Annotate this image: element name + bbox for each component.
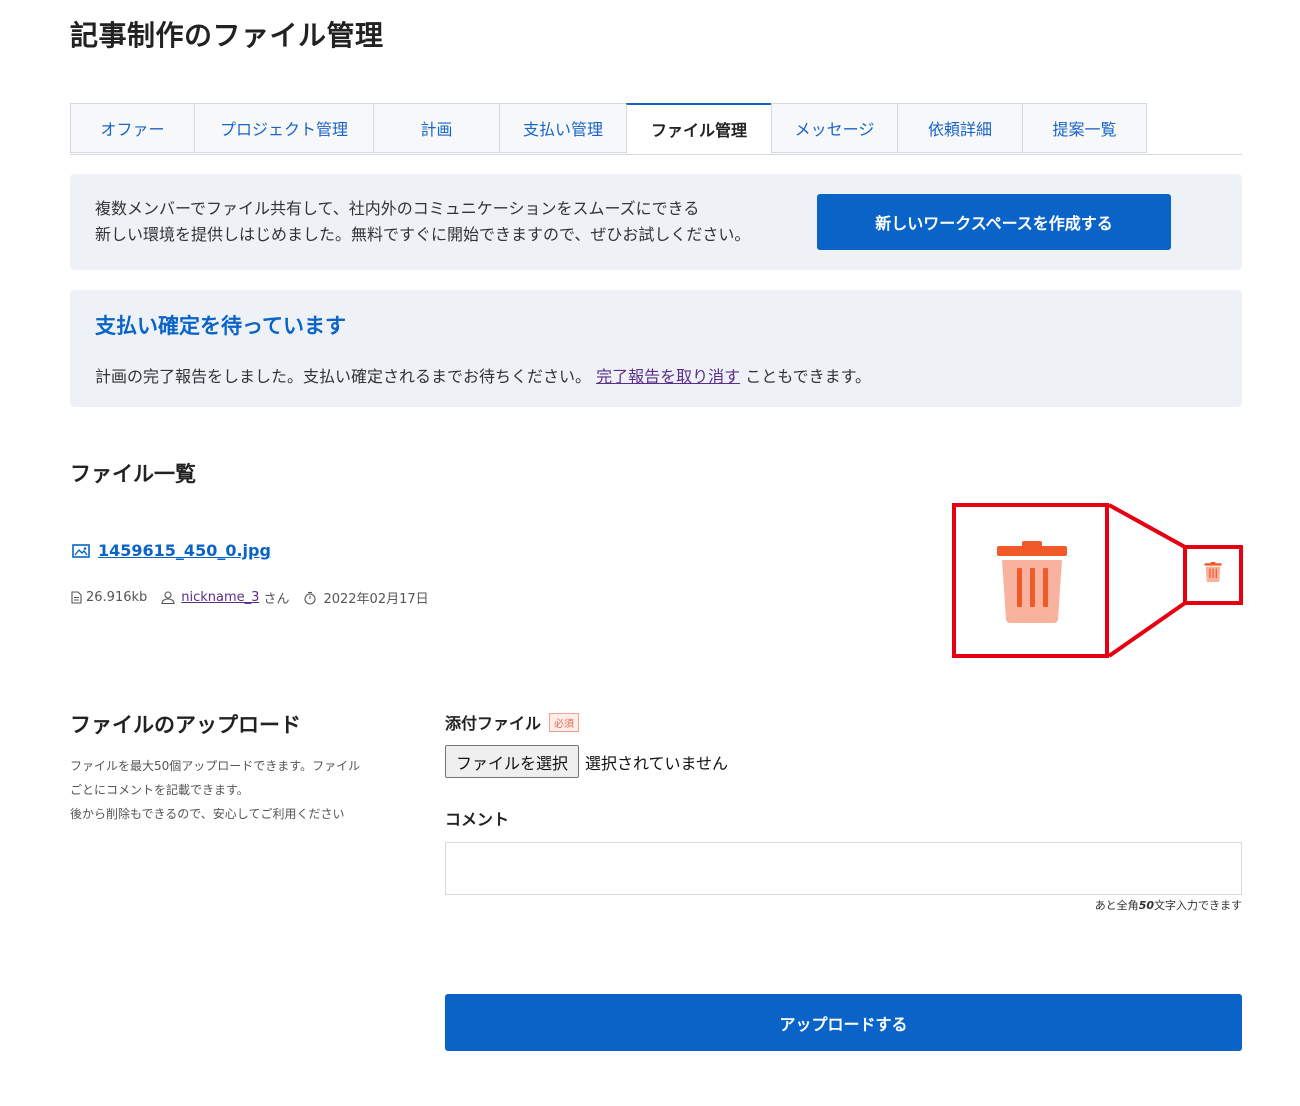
uploader-link[interactable]: nickname_3 [181,590,259,605]
file-name-text: 1459615_450_0.jpg [98,541,271,560]
upload-desc-line-1: ファイルを最大50個アップロードできます。ファイル [70,759,361,773]
char-count-prefix: あと全角 [1094,899,1139,912]
comment-label-text: コメント [445,810,510,829]
file-list-title: ファイル一覧 [70,462,196,486]
notice-text-after: こともできます。 [745,367,871,386]
tab-project[interactable]: プロジェクト管理 [194,103,374,153]
upload-date: 2022年02月17日 [323,592,429,607]
notice-title: 支払い確定を待っています [95,314,346,338]
uploader-suffix: さん [263,592,290,607]
promo-line-1: 複数メンバーでファイル共有して、社内外のコミュニケーションをスムーズにできる [95,199,700,218]
notice-text: 計画の完了報告をしました。支払い確定されるまでお待ちください。 [95,367,592,386]
choose-file-button[interactable]: ファイルを選択 [445,745,580,778]
clock-icon [304,591,317,605]
file-chooser: ファイルを選択 選択されていません [445,745,728,778]
cancel-report-link[interactable]: 完了報告を取り消す [596,367,740,386]
comment-label: コメント [445,806,509,830]
attach-file-label: 添付ファイル 必須 [445,710,580,734]
char-count-number: 50 [1138,899,1154,912]
notice-body: 計画の完了報告をしました。支払い確定されるまでお待ちください。 完了報告を取り消… [95,363,871,387]
delete-file-trash-icon[interactable] [1204,562,1222,582]
upload-desc-line-2: ごとにコメントを記載できます。 [70,783,249,797]
tab-bar: オファー プロジェクト管理 計画 支払い管理 ファイル管理 メッセージ 依頼詳細… [70,103,1242,155]
image-icon [72,543,90,558]
trash-icon [997,541,1067,623]
page-title: 記事制作のファイル管理 [70,19,384,52]
tab-payment[interactable]: 支払い管理 [499,103,627,153]
create-workspace-button[interactable]: 新しいワークスペースを作成する [817,194,1171,250]
file-meta: 26.916kb nickname_3 さん 2022年02月17日 [70,588,429,607]
comment-input[interactable] [445,842,1242,895]
tab-request-details[interactable]: 依頼詳細 [897,103,1023,153]
upload-desc-line-3: 後から削除もできるので、安心してご利用ください [70,807,345,821]
file-size: 26.916kb [86,590,148,605]
upload-description: ファイルを最大50個アップロードできます。ファイル ごとにコメントを記載できます… [70,754,410,826]
tab-offer[interactable]: オファー [70,103,195,153]
workspace-promo: 複数メンバーでファイル共有して、社内外のコミュニケーションをスムーズにできる 新… [70,174,1242,270]
promo-line-2: 新しい環境を提供しはじめました。無料ですぐに開始できますので、ぜひお試しください… [95,225,751,244]
tab-plan[interactable]: 計画 [373,103,500,153]
upload-section-title: ファイルのアップロード [70,713,301,737]
upload-button[interactable]: アップロードする [445,994,1242,1051]
user-icon [161,591,175,604]
required-badge: 必須 [549,712,580,732]
char-count-suffix: 文字入力できます [1154,899,1242,912]
attach-file-label-text: 添付ファイル [445,714,542,733]
promo-text: 複数メンバーでファイル共有して、社内外のコミュニケーションをスムーズにできる 新… [95,196,750,248]
tab-file-management[interactable]: ファイル管理 [626,103,772,154]
payment-notice: 支払い確定を待っています 計画の完了報告をしました。支払い確定されるまでお待ちく… [70,290,1242,407]
no-file-selected-text: 選択されていません [585,753,729,773]
char-count: あと全角50文字入力できます [1095,897,1242,913]
tab-proposals[interactable]: 提案一覧 [1022,103,1147,153]
document-icon [71,591,82,604]
tab-messages[interactable]: メッセージ [771,103,898,153]
file-link[interactable]: 1459615_450_0.jpg [72,541,271,560]
